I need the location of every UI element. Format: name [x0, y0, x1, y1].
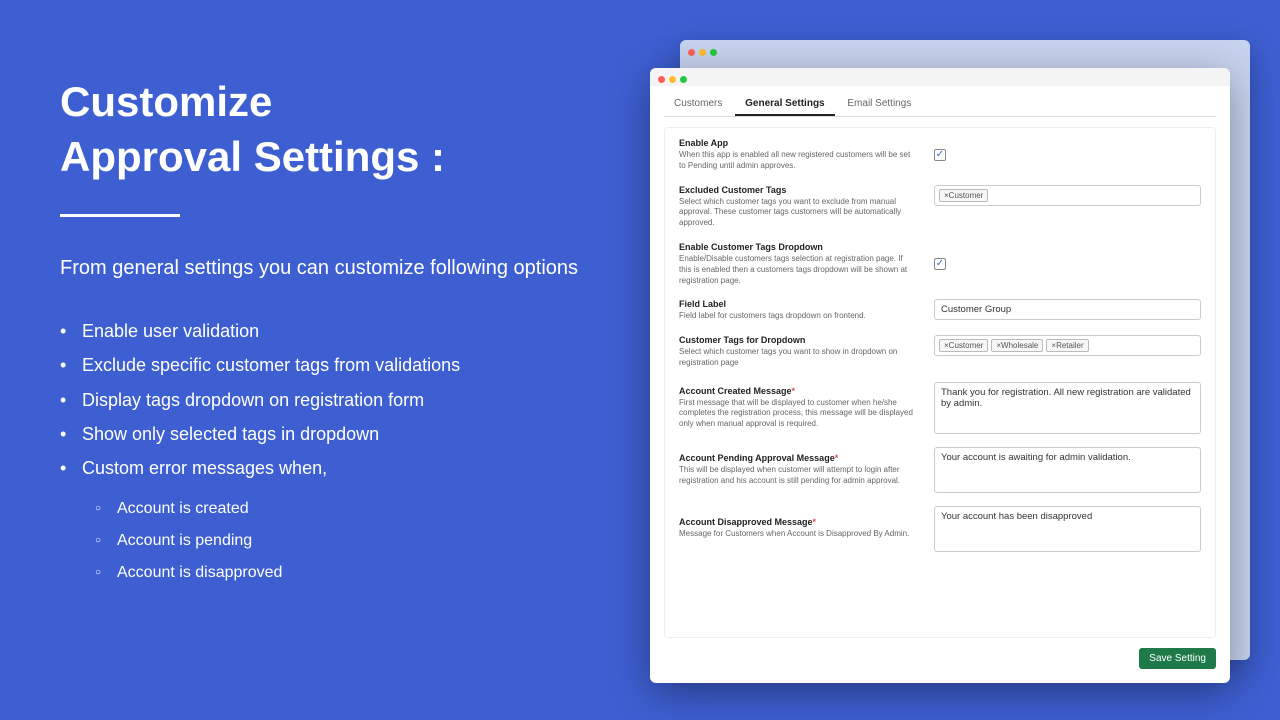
field-title: Account Disapproved Message*: [679, 517, 914, 527]
field-desc: Enable/Disable customers tags selection …: [679, 254, 914, 286]
setting-enable-app: Enable App When this app is enabled all …: [679, 138, 1201, 172]
setting-pending-msg: Account Pending Approval Message* This w…: [679, 447, 1201, 493]
enable-app-checkbox[interactable]: ✓: [934, 149, 946, 161]
minimize-icon[interactable]: [669, 76, 676, 83]
divider: [60, 214, 180, 217]
list-item: Exclude specific customer tags from vali…: [60, 348, 590, 382]
dropdown-tags-input[interactable]: ×Customer ×Wholesale ×Retailer: [934, 335, 1201, 356]
tab-bar: Customers General Settings Email Setting…: [664, 92, 1216, 117]
field-title: Excluded Customer Tags: [679, 185, 914, 195]
tab-general[interactable]: General Settings: [735, 92, 834, 116]
field-desc: When this app is enabled all new registe…: [679, 150, 914, 172]
field-label-input[interactable]: Customer Group: [934, 299, 1201, 320]
pending-msg-input[interactable]: Your account is awaiting for admin valid…: [934, 447, 1201, 493]
setting-dropdown-tags: Customer Tags for Dropdown Select which …: [679, 335, 1201, 369]
setting-created-msg: Account Created Message* First message t…: [679, 382, 1201, 434]
field-title: Enable Customer Tags Dropdown: [679, 242, 914, 252]
field-desc: Select which customer tags you want to e…: [679, 197, 914, 229]
subtitle: From general settings you can customize …: [60, 252, 590, 284]
sub-bullet-list: Account is created Account is pending Ac…: [95, 493, 590, 589]
setting-disapproved-msg: Account Disapproved Message* Message for…: [679, 506, 1201, 552]
field-title: Field Label: [679, 299, 914, 309]
created-msg-input[interactable]: Thank you for registration. All new regi…: [934, 382, 1201, 434]
window-titlebar: [650, 68, 1230, 86]
list-item: Account is created: [95, 493, 590, 525]
settings-form: Enable App When this app is enabled all …: [664, 127, 1216, 638]
field-desc: Select which customer tags you want to s…: [679, 347, 914, 369]
field-title: Customer Tags for Dropdown: [679, 335, 914, 345]
bullet-list: Enable user validation Exclude specific …: [60, 314, 590, 485]
tag-chip[interactable]: ×Customer: [939, 339, 988, 352]
field-desc: First message that will be displayed to …: [679, 398, 914, 430]
list-item: Show only selected tags in dropdown: [60, 417, 590, 451]
setting-enable-dropdown: Enable Customer Tags Dropdown Enable/Dis…: [679, 242, 1201, 286]
page-title: Customize Approval Settings :: [60, 75, 590, 184]
maximize-icon[interactable]: [680, 76, 687, 83]
save-button[interactable]: Save Setting: [1139, 648, 1216, 669]
field-desc: This will be displayed when customer wil…: [679, 465, 914, 487]
field-title: Account Pending Approval Message*: [679, 453, 914, 463]
field-desc: Field label for customers tags dropdown …: [679, 311, 914, 322]
tab-customers[interactable]: Customers: [664, 92, 732, 114]
setting-excluded-tags: Excluded Customer Tags Select which cust…: [679, 185, 1201, 229]
tab-email[interactable]: Email Settings: [837, 92, 921, 114]
promo-panel: Customize Approval Settings : From gener…: [60, 75, 590, 589]
field-title: Account Created Message*: [679, 386, 914, 396]
list-item: Custom error messages when,: [60, 451, 590, 485]
field-desc: Message for Customers when Account is Di…: [679, 529, 914, 540]
list-item: Display tags dropdown on registration fo…: [60, 383, 590, 417]
list-item: Account is pending: [95, 525, 590, 557]
minimize-icon: [699, 49, 706, 56]
disapproved-msg-input[interactable]: Your account has been disapproved: [934, 506, 1201, 552]
close-icon: [688, 49, 695, 56]
form-footer: Save Setting: [650, 648, 1230, 683]
enable-dropdown-checkbox[interactable]: ✓: [934, 258, 946, 270]
settings-window: Customers General Settings Email Setting…: [650, 68, 1230, 683]
close-icon[interactable]: [658, 76, 665, 83]
tag-chip[interactable]: ×Customer: [939, 189, 988, 202]
window-titlebar: [680, 40, 1250, 60]
tag-chip[interactable]: ×Retailer: [1046, 339, 1088, 352]
list-item: Account is disapproved: [95, 557, 590, 589]
maximize-icon: [710, 49, 717, 56]
excluded-tags-input[interactable]: ×Customer: [934, 185, 1201, 206]
field-title: Enable App: [679, 138, 914, 148]
list-item: Enable user validation: [60, 314, 590, 348]
tag-chip[interactable]: ×Wholesale: [991, 339, 1043, 352]
setting-field-label: Field Label Field label for customers ta…: [679, 299, 1201, 322]
